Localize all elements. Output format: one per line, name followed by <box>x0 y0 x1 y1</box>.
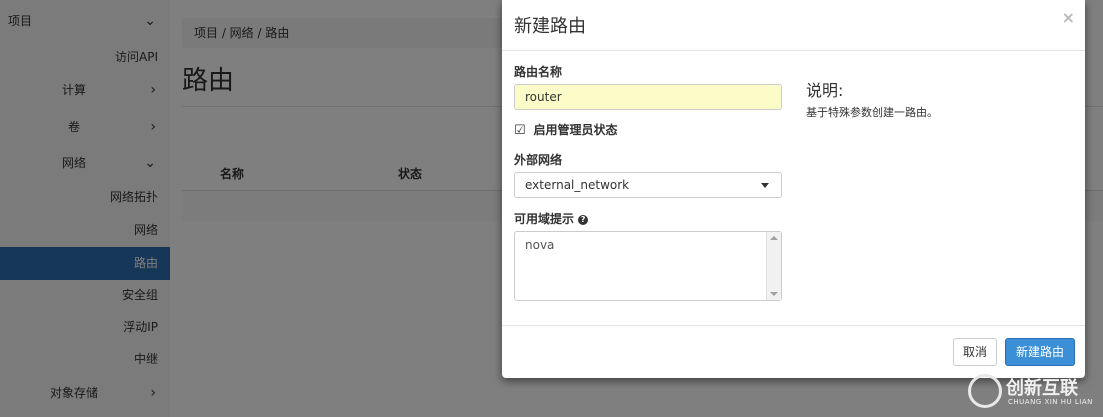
az-hint-label: 可用域提示? <box>514 210 589 227</box>
router-name-input[interactable]: router <box>514 84 782 110</box>
watermark-logo: 创新互联 CHUANG XIN HU LIAN <box>968 370 1098 414</box>
modal-title: 新建路由 <box>514 16 586 37</box>
scrollbar[interactable] <box>766 232 781 300</box>
az-hint-textarea[interactable]: nova <box>514 231 782 301</box>
create-router-modal: 新建路由 × 路由名称 router ☑ 启用管理员状态 外部网络 extern… <box>502 0 1085 378</box>
admin-state-label: 启用管理员状态 <box>533 123 618 137</box>
caret-down-icon <box>761 183 769 188</box>
modal-header: 新建路由 × <box>502 0 1085 51</box>
az-hint-label-text: 可用域提示 <box>514 212 575 226</box>
description-text: 基于特殊参数创建一路由。 <box>806 106 938 119</box>
question-circle-icon[interactable]: ? <box>578 214 589 225</box>
scroll-down-icon[interactable] <box>770 292 778 296</box>
external-network-label: 外部网络 <box>514 153 563 167</box>
checkbox-checked-icon[interactable]: ☑ <box>514 123 526 138</box>
create-router-button[interactable]: 新建路由 <box>1005 338 1075 366</box>
modal-footer-divider <box>502 325 1085 326</box>
watermark-subtitle: CHUANG XIN HU LIAN <box>1008 398 1093 406</box>
description-title: 说明: <box>806 81 844 100</box>
admin-state-checkbox[interactable]: ☑ 启用管理员状态 <box>514 121 618 138</box>
az-hint-value: nova <box>525 238 555 252</box>
cancel-button[interactable]: 取消 <box>953 338 997 366</box>
external-network-value: external_network <box>525 178 630 192</box>
external-network-select[interactable]: external_network <box>514 172 782 198</box>
logo-circle-icon <box>968 374 1002 408</box>
scroll-up-icon[interactable] <box>770 236 778 240</box>
close-icon[interactable]: × <box>1062 8 1075 27</box>
router-name-label: 路由名称 <box>514 65 563 79</box>
watermark-title: 创新互联 <box>1006 378 1078 399</box>
